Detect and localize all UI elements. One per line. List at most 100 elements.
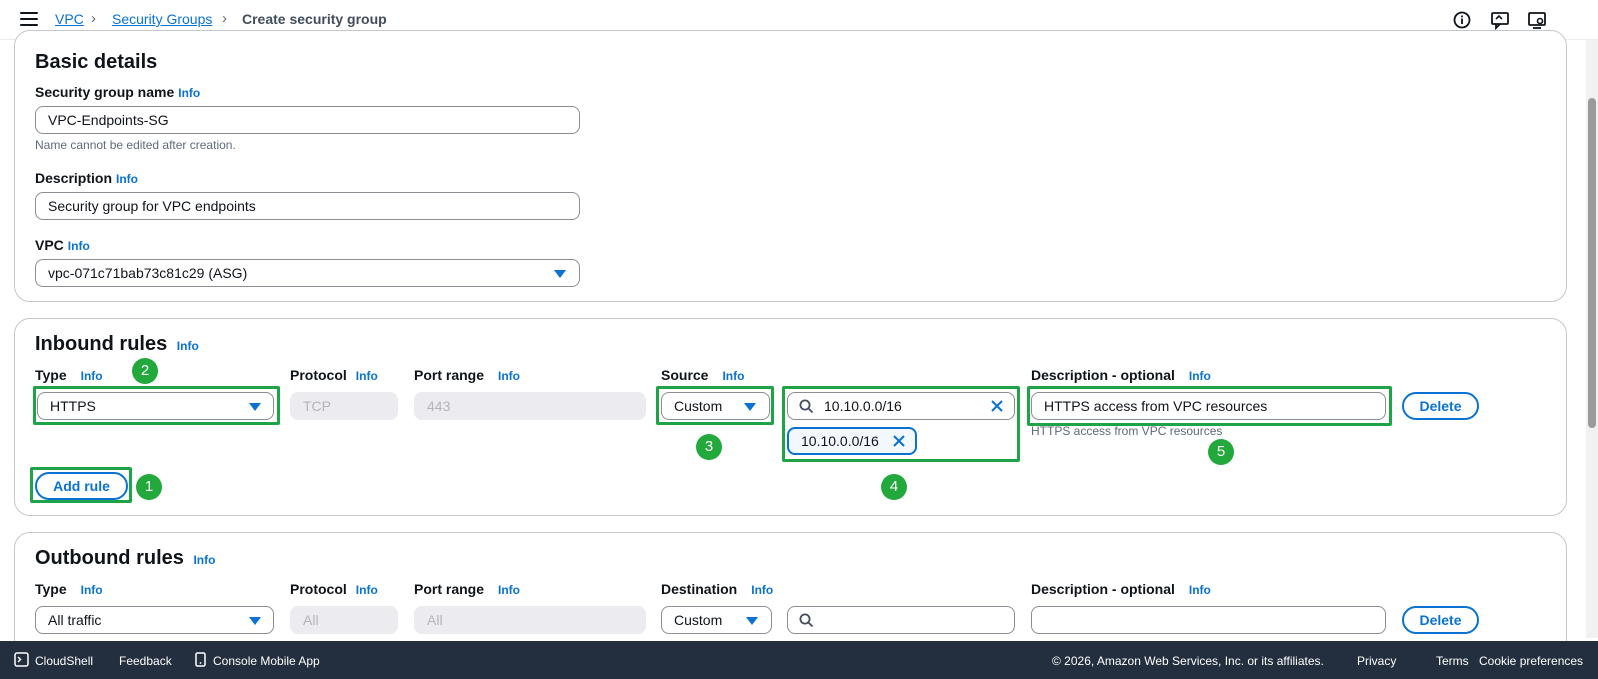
inbound-description-header-text: Description - optional [1031,367,1175,383]
copyright-text: © 2026, Amazon Web Services, Inc. or its… [1052,654,1324,668]
outbound-destination-value: Custom [674,612,723,628]
outbound-protocol-input: All [290,606,398,634]
annotation-badge-3: 3 [696,434,722,460]
info-link[interactable]: Info [356,583,378,597]
outbound-description-header-text: Description - optional [1031,581,1175,597]
inbound-rules-title-text: Inbound rules [35,333,168,355]
vpc-label-text: VPC [35,237,64,253]
annotation-badge-1: 1 [136,474,162,500]
outbound-protocol-header: Protocol Info [290,581,378,597]
cookie-preferences-link[interactable]: Cookie preferences [1479,654,1583,668]
basic-details-panel: Basic details Security group name Info VP… [14,30,1567,302]
outbound-rules-title: Outbound rules Info [35,547,215,570]
info-link[interactable]: Info [1189,583,1211,597]
inbound-delete-button[interactable]: Delete [1402,392,1479,420]
annotation-highlight-box [1027,386,1392,426]
inbound-port-range-input: 443 [414,392,646,420]
info-link[interactable]: Info [751,583,773,597]
menu-icon[interactable] [20,12,38,26]
inbound-rules-panel: Inbound rules Info Type Info Protocol Info… [14,318,1567,516]
cloudshell-icon[interactable] [14,652,29,667]
basic-details-title: Basic details [35,51,158,73]
info-link[interactable]: Info [178,86,200,100]
inbound-port-range-header: Port range Info [414,367,520,383]
mobile-icon [195,652,206,667]
outbound-description-header: Description - optional Info [1031,581,1211,597]
breadcrumb-security-groups[interactable]: Security Groups [112,11,212,27]
inbound-type-header-text: Type [35,367,67,383]
inbound-protocol-input: TCP [290,392,398,420]
description-label-text: Description [35,170,113,186]
inbound-source-header-text: Source [661,367,709,383]
vpc-select-value: vpc-071c71bab73c81c29 (ASG) [48,265,248,281]
annotation-highlight-box [656,386,774,425]
info-link[interactable]: Info [81,583,103,597]
inbound-port-range-header-text: Port range [414,367,485,383]
outbound-destination-header-text: Destination [661,581,738,597]
outbound-delete-button[interactable]: Delete [1402,606,1479,634]
description-input[interactable]: Security group for VPC endpoints [35,192,580,220]
security-group-name-label-text: Security group name [35,84,175,100]
inbound-description-header: Description - optional Info [1031,367,1211,383]
caret-down-icon [746,617,758,625]
inbound-type-header: Type Info [35,367,103,383]
outbound-rules-title-text: Outbound rules [35,547,184,569]
name-hint: Name cannot be edited after creation. [35,138,236,152]
info-link[interactable]: Info [193,553,215,567]
outbound-description-input[interactable] [1031,606,1386,634]
console-footer: CloudShell Feedback Console Mobile App ©… [0,641,1598,679]
feedback-icon[interactable] [1490,10,1510,30]
outbound-port-range-input: All [414,606,646,634]
inbound-source-header: Source Info [661,367,744,383]
info-circle-icon[interactable] [1452,10,1472,30]
info-link[interactable]: Info [81,369,103,383]
annotation-highlight-box [33,386,280,425]
outbound-type-select[interactable]: All traffic [35,606,274,634]
annotation-badge-2: 2 [132,358,158,384]
info-link[interactable]: Info [722,369,744,383]
console-mobile-app-link[interactable]: Console Mobile App [213,654,320,668]
inbound-protocol-header-text: Protocol [290,367,347,383]
info-link[interactable]: Info [498,583,520,597]
search-icon [799,613,814,628]
inbound-rules-title: Inbound rules Info [35,333,199,356]
outbound-destination-header: Destination Info [661,581,773,597]
info-link[interactable]: Info [498,369,520,383]
breadcrumb-vpc[interactable]: VPC [55,11,84,27]
outbound-port-range-header: Port range Info [414,581,520,597]
info-link[interactable]: Info [1189,369,1211,383]
vpc-label: VPC Info [35,237,90,253]
scrollbar-thumb[interactable] [1588,98,1596,428]
breadcrumb-separator-icon: › [91,10,96,27]
feedback-link[interactable]: Feedback [119,654,172,668]
settings-icon[interactable] [1527,10,1547,30]
outbound-type-header-text: Type [35,581,67,597]
cloudshell-link[interactable]: CloudShell [35,654,93,668]
security-group-name-input[interactable]: VPC-Endpoints-SG [35,106,580,134]
page-scrollbar[interactable] [1586,40,1598,638]
annotation-highlight-box [782,386,1020,462]
info-link[interactable]: Info [116,172,138,186]
info-link[interactable]: Info [356,369,378,383]
inbound-protocol-header: Protocol Info [290,367,378,383]
outbound-destination-select[interactable]: Custom [661,606,772,634]
caret-down-icon [249,617,261,625]
outbound-type-header: Type Info [35,581,103,597]
security-group-name-label: Security group name Info [35,84,200,100]
terms-link[interactable]: Terms [1436,654,1469,668]
description-label: Description Info [35,170,138,186]
annotation-badge-4: 4 [881,474,907,500]
inbound-description-hint: HTTPS access from VPC resources [1031,424,1223,438]
outbound-protocol-header-text: Protocol [290,581,347,597]
privacy-link[interactable]: Privacy [1357,654,1396,668]
annotation-highlight-box [30,467,132,503]
breadcrumb-separator-icon: › [222,10,227,27]
breadcrumb-current: Create security group [242,11,387,27]
outbound-port-range-header-text: Port range [414,581,485,597]
info-link[interactable]: Info [68,239,90,253]
caret-down-icon [554,270,566,278]
annotation-badge-5: 5 [1208,439,1234,465]
vpc-select[interactable]: vpc-071c71bab73c81c29 (ASG) [35,259,580,287]
info-link[interactable]: Info [177,339,199,353]
outbound-destination-search-input[interactable] [787,606,1015,634]
